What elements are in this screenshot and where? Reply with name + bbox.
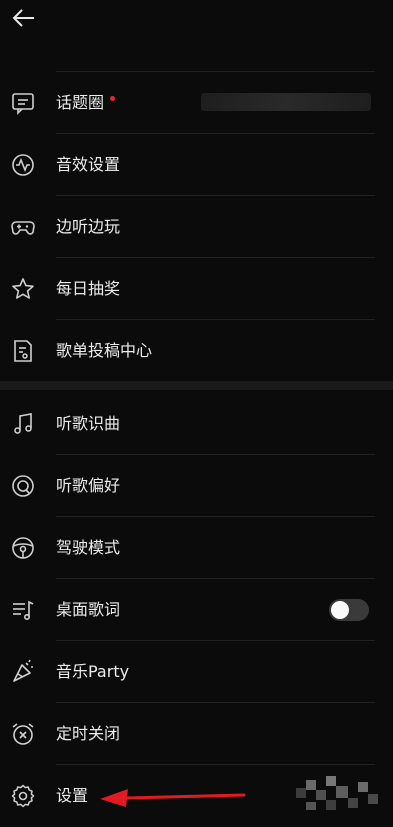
annotation-arrow	[98, 783, 248, 809]
menu-item-label: 音效设置	[56, 155, 121, 174]
toggle-knob	[331, 601, 349, 619]
notification-dot	[110, 96, 116, 101]
desktop-lyrics-toggle[interactable]	[329, 599, 369, 621]
menu-item-music-party[interactable]: 音乐Party	[0, 641, 393, 703]
lyrics-icon	[10, 597, 36, 623]
partial-row[interactable]	[0, 12, 393, 72]
pixelated-watermark	[296, 770, 382, 820]
menu-item-label: 听歌偏好	[56, 476, 121, 495]
preference-icon	[10, 473, 36, 499]
menu-item-playlist-submission[interactable]: 歌单投稿中心	[0, 320, 393, 382]
menu-item-label: 歌单投稿中心	[56, 341, 153, 360]
steering-wheel-icon	[10, 535, 36, 561]
gamepad-icon	[10, 214, 36, 240]
section-separator	[0, 381, 393, 390]
menu-item-label: 定时关闭	[56, 724, 121, 743]
menu-item-daily-lottery[interactable]: 每日抽奖	[0, 258, 393, 320]
menu-item-label: 设置	[56, 786, 89, 805]
menu-item-label: 每日抽奖	[56, 279, 121, 298]
blurred-content	[201, 93, 371, 111]
menu-item-sleep-timer[interactable]: 定时关闭	[0, 703, 393, 765]
menu-item-driving-mode[interactable]: 驾驶模式	[0, 517, 393, 579]
menu-item-label: 话题圈	[56, 72, 116, 134]
menu-item-listening-preference[interactable]: 听歌偏好	[0, 455, 393, 517]
star-icon	[10, 276, 36, 302]
menu-item-label: 驾驶模式	[56, 538, 121, 557]
menu-item-label: 桌面歌词	[56, 600, 121, 619]
playlist-doc-icon	[10, 338, 36, 364]
menu-item-label: 边听边玩	[56, 217, 121, 236]
menu-item-desktop-lyrics[interactable]: 桌面歌词	[0, 579, 393, 641]
menu-item-label: 音乐Party	[56, 662, 130, 681]
menu-item-label: 听歌识曲	[56, 414, 121, 433]
menu-item-song-recognition[interactable]: 听歌识曲	[0, 393, 393, 455]
menu-item-sound-effects[interactable]: 音效设置	[0, 134, 393, 196]
music-note-icon	[10, 411, 36, 437]
gear-icon	[10, 783, 36, 809]
menu-item-topic-circle[interactable]: 话题圈	[0, 72, 393, 134]
menu-item-listen-and-play[interactable]: 边听边玩	[0, 196, 393, 258]
waveform-icon	[10, 152, 36, 178]
alarm-clock-icon	[10, 721, 36, 747]
party-icon	[10, 659, 36, 685]
message-icon	[10, 90, 36, 116]
